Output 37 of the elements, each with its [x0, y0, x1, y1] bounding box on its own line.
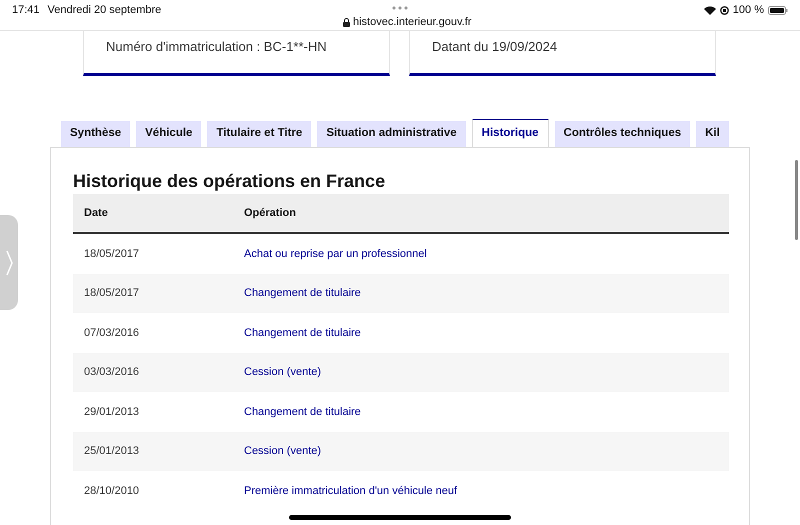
- orientation-lock-icon: [720, 6, 729, 15]
- card-text: Numéro d'immatriculation : BC-1**-HN: [106, 39, 327, 54]
- operation-link[interactable]: Changement de titulaire: [244, 285, 361, 302]
- tab[interactable]: Véhicule: [136, 121, 202, 147]
- status-time: 17:41: [12, 3, 40, 18]
- date-cell-text: 18/05/2017: [83, 286, 140, 301]
- operation-link[interactable]: Cession (vente): [244, 443, 322, 460]
- date-cell-text: 25/01/2013: [83, 444, 140, 459]
- chevron-right-icon: [6, 250, 12, 276]
- column-header: Opération: [244, 206, 296, 221]
- date-cell-text: 07/03/2016: [83, 326, 140, 340]
- card-text: Datant du 19/09/2024: [432, 39, 558, 54]
- operation-link[interactable]: Première immatriculation d'un véhicule neuf: [244, 482, 458, 499]
- operation-link[interactable]: Changement de titulaire: [244, 324, 361, 341]
- date-cell-text: 29/01/2013: [83, 404, 140, 420]
- section-title: Historique des opérations en France: [73, 170, 386, 192]
- operation-link[interactable]: Achat ou reprise par un professionnel: [244, 246, 427, 262]
- more-icon: [392, 6, 408, 10]
- tab[interactable]: Synthèse: [61, 121, 130, 147]
- url-text[interactable]: histovec.interieur.gouv.fr: [353, 14, 472, 30]
- tab[interactable]: Historique: [472, 119, 549, 147]
- tab[interactable]: Kil: [696, 121, 729, 147]
- operation-link[interactable]: Changement de titulaire: [244, 404, 361, 420]
- column-header: Date: [83, 206, 109, 221]
- operation-link[interactable]: Cession (vente): [244, 364, 322, 380]
- side-handle[interactable]: [0, 215, 18, 310]
- lock-icon: [343, 18, 350, 27]
- tab[interactable]: Titulaire et Titre: [207, 121, 312, 147]
- wifi-icon: [704, 6, 716, 15]
- battery-percent: 100 %: [732, 3, 764, 18]
- status-date: Vendredi 20 septembre: [48, 3, 162, 18]
- battery-icon: [768, 6, 788, 15]
- tab[interactable]: Situation administrative: [317, 121, 466, 147]
- date-cell-text: 18/05/2017: [83, 246, 140, 262]
- date-cell-text: 03/03/2016: [83, 365, 140, 380]
- tab[interactable]: Contrôles techniques: [554, 121, 690, 147]
- date-cell-text: 28/10/2010: [83, 484, 140, 498]
